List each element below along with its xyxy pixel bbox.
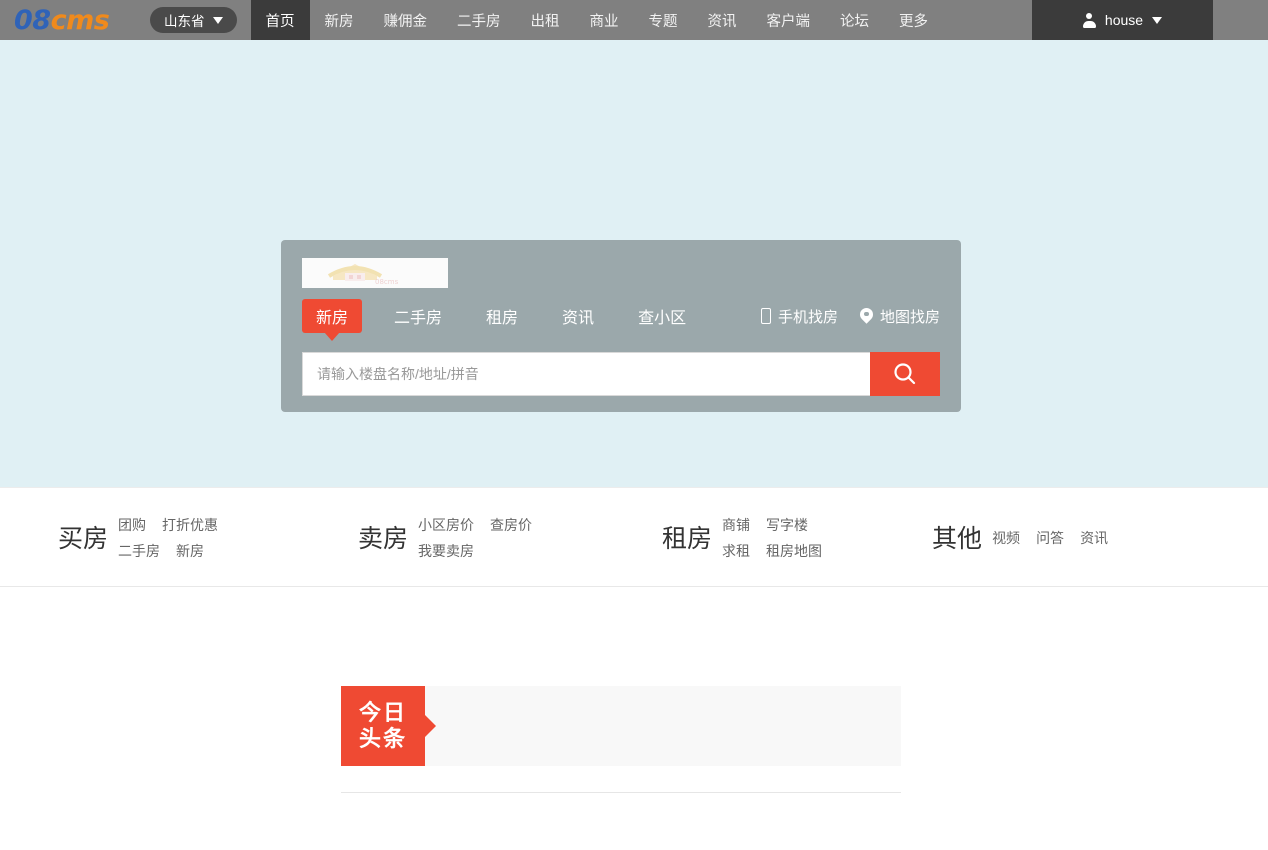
nav-item-commission[interactable]: 赚佣金 [369,0,443,40]
user-menu[interactable]: house [1032,0,1213,40]
headline-badge-line2: 头条 [358,726,407,751]
city-selector-label: 山东省 [164,14,205,29]
search-panel: 08cms 新房 二手房 租房 资讯 查小区 手机找房 地图找房 [281,240,961,412]
nav-item-client-app[interactable]: 客户端 [752,0,826,40]
map-search-link[interactable]: 地图找房 [860,306,940,327]
headline-section: 今日 头条 [341,686,901,793]
nav-item-more[interactable]: 更多 [884,0,943,40]
search-tab-new-houses[interactable]: 新房 [302,299,363,333]
panel-logo-image: 08cms [302,258,448,288]
todays-headline-badge[interactable]: 今日 头条 [341,686,425,766]
quick-links-list: 视频 问答 资讯 [992,526,1108,548]
quick-links-title: 买房 [58,525,109,553]
house-logo-graphic: 08cms [327,264,399,286]
hero-banner: 08cms 新房 二手房 租房 资讯 查小区 手机找房 地图找房 [0,40,1268,487]
nav-item-new-houses[interactable]: 新房 [310,0,369,40]
quick-links-list: 团购 打折优惠 二手房 新房 [118,513,218,561]
search-input[interactable] [302,352,870,396]
headline-divider [341,792,901,793]
nav-item-second-hand[interactable]: 二手房 [442,0,516,40]
logo-text-primary: 08 [14,4,51,36]
chevron-down-icon [1152,16,1163,24]
logo-text-secondary: cms [50,4,110,36]
nav-item-news[interactable]: 资讯 [693,0,752,40]
quick-link-qa[interactable]: 问答 [1036,528,1064,548]
nav-item-home[interactable]: 首页 [250,0,310,40]
top-navigation-bar: 08 cms 山东省 首页 新房 赚佣金 二手房 出租 商业 专题 资讯 客户端 … [0,0,1268,40]
quick-links-row: 小区房价 查房价 [418,515,532,535]
quick-link-new-houses[interactable]: 新房 [176,541,204,561]
quick-links-group-other: 其他 视频 问答 资讯 [932,519,1108,555]
headline-badge-line1: 今日 [358,700,407,725]
headline-content[interactable] [425,686,901,766]
nav-item-commercial[interactable]: 商业 [575,0,634,40]
quick-links-row: 视频 问答 资讯 [992,528,1108,548]
nav-item-forum[interactable]: 论坛 [825,0,884,40]
search-submit-button[interactable] [870,352,940,396]
quick-link-seeking-rental[interactable]: 求租 [722,541,750,561]
quick-link-community-prices[interactable]: 小区房价 [418,515,474,535]
site-logo[interactable]: 08 cms [0,0,150,40]
quick-links-row: 求租 租房地图 [722,541,822,561]
quick-links-group-rent: 租房 商铺 写字楼 求租 租房地图 [662,513,822,561]
phone-icon [760,308,771,324]
quick-link-sell-my-house[interactable]: 我要卖房 [418,541,474,561]
quick-link-news[interactable]: 资讯 [1080,528,1108,548]
svg-text:08cms: 08cms [375,278,399,286]
user-menu-label: house [1104,12,1144,28]
search-tab-news[interactable]: 资讯 [550,300,606,332]
quick-link-second-hand[interactable]: 二手房 [118,541,160,561]
quick-link-check-prices[interactable]: 查房价 [490,515,532,535]
nav-item-topics[interactable]: 专题 [634,0,693,40]
main-content: 今日 头条 [0,587,1268,847]
search-shortcuts: 手机找房 地图找房 [760,306,940,327]
search-tab-communities[interactable]: 查小区 [626,300,698,332]
mobile-search-link[interactable]: 手机找房 [760,306,838,327]
user-icon [1082,13,1096,28]
city-selector[interactable]: 山东省 [150,7,237,33]
quick-links-row: 团购 打折优惠 [118,515,218,535]
map-pin-icon [860,308,873,324]
quick-links-list: 商铺 写字楼 求租 租房地图 [722,513,822,561]
search-tabs: 新房 二手房 租房 资讯 查小区 手机找房 地图找房 [302,299,940,333]
quick-links-row: 商铺 写字楼 [722,515,822,535]
search-icon [894,363,916,385]
search-bar [302,352,940,396]
quick-link-office-space[interactable]: 写字楼 [766,515,808,535]
mobile-search-label: 手机找房 [777,308,838,326]
quick-links-row: 我要卖房 [418,541,532,561]
quick-links-group-sell: 卖房 小区房价 查房价 我要卖房 [358,513,532,561]
main-nav: 首页 新房 赚佣金 二手房 出租 商业 专题 资讯 客户端 论坛 更多 [250,0,944,40]
headline-panel: 今日 头条 [341,686,901,766]
search-tab-second-hand[interactable]: 二手房 [382,300,454,332]
quick-links-group-buy: 买房 团购 打折优惠 二手房 新房 [58,513,218,561]
quick-links-list: 小区房价 查房价 我要卖房 [418,513,532,561]
map-search-label: 地图找房 [879,308,940,326]
chevron-down-icon [212,16,223,24]
quick-links-title: 其他 [932,525,983,553]
quick-links-title: 卖房 [358,525,409,553]
quick-link-video[interactable]: 视频 [992,528,1020,548]
search-tab-rent[interactable]: 租房 [474,300,530,332]
quick-link-rental-map[interactable]: 租房地图 [766,541,822,561]
quick-links-title: 租房 [662,525,713,553]
quick-link-shops[interactable]: 商铺 [722,515,750,535]
quick-link-group-buying[interactable]: 团购 [118,515,146,535]
quick-link-discounts[interactable]: 打折优惠 [162,515,218,535]
nav-item-rent[interactable]: 出租 [516,0,575,40]
quick-links-bar: 买房 团购 打折优惠 二手房 新房 卖房 小区房价 查房价 我要卖房 租房 商铺… [0,487,1268,587]
quick-links-row: 二手房 新房 [118,541,218,561]
